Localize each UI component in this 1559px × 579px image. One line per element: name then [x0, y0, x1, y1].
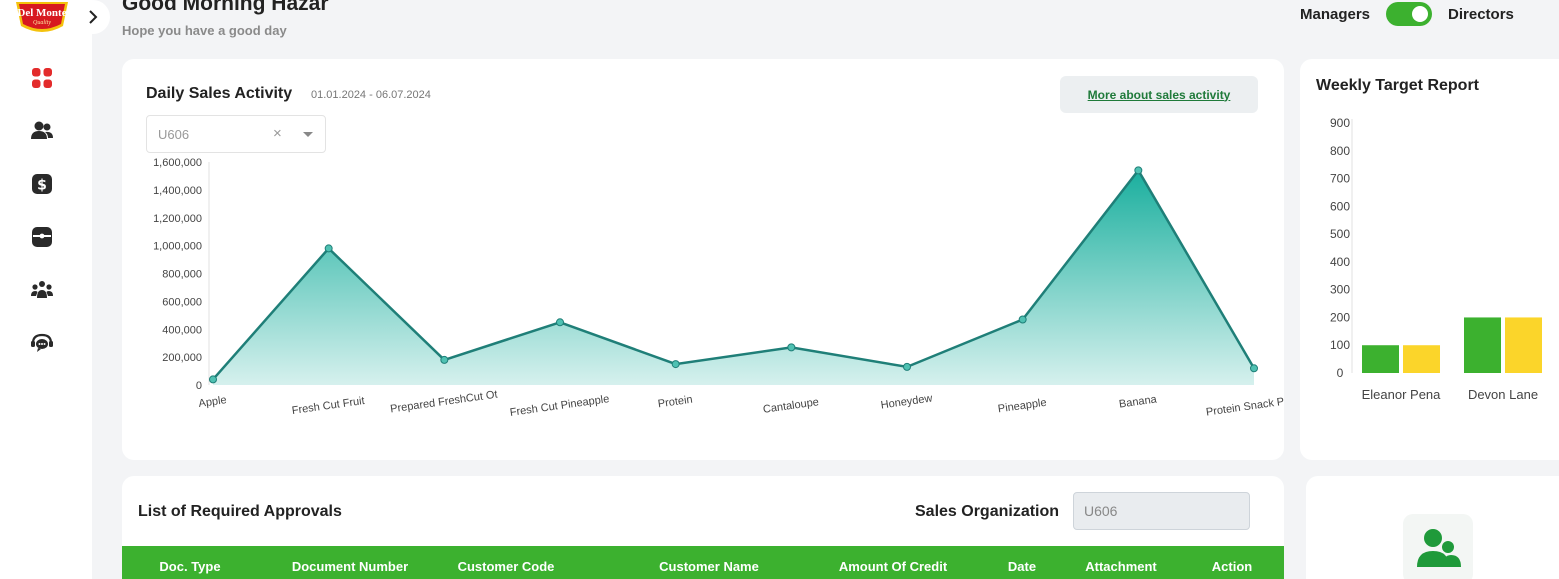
sales-org-select[interactable]: U606 × — [146, 115, 326, 153]
y-tick-label: 1,000,000 — [153, 241, 202, 253]
col-document-number[interactable]: Document Number — [292, 559, 408, 574]
clear-icon[interactable]: × — [273, 125, 282, 142]
y-tick-label: 0 — [196, 380, 202, 392]
sales-org-label: Sales Organization — [915, 503, 1060, 520]
col-attachment[interactable]: Attachment — [1085, 559, 1157, 574]
del-monte-logo[interactable]: Del Monte Quality — [13, 0, 71, 34]
approvals-table-header: Doc. Type Document Number Customer Code … — [122, 546, 1284, 579]
col-action[interactable]: Action — [1212, 559, 1252, 574]
x-tick-label: Cantaloupe — [762, 396, 819, 416]
greeting-title: Good Morning Hazar — [122, 0, 329, 15]
sales-point[interactable] — [1018, 315, 1027, 324]
toggle-label-directors[interactable]: Directors — [1448, 6, 1514, 23]
y-tick-label: 800,000 — [162, 269, 202, 281]
sales-point[interactable] — [324, 244, 333, 253]
y-tick-label: 0 — [1337, 366, 1344, 380]
y-tick-label: 600,000 — [162, 296, 202, 308]
target-bar[interactable] — [1403, 345, 1440, 373]
nav-support[interactable] — [28, 329, 56, 357]
sales-point[interactable] — [903, 362, 911, 371]
sales-point[interactable] — [440, 355, 449, 364]
sales-activity-card: 0 200,000 400,000 600,000 800,000 1,000,000 1,… — [122, 59, 1284, 460]
nav-inbox[interactable] — [28, 223, 56, 251]
users-icon — [31, 121, 53, 139]
users-summary-card — [1306, 476, 1559, 579]
x-tick-label: Honeydew — [880, 392, 933, 411]
y-tick-label: 900 — [1330, 116, 1350, 130]
sales-point[interactable] — [1250, 364, 1258, 373]
y-tick-label: 500 — [1330, 227, 1350, 241]
col-doc-type[interactable]: Doc. Type — [159, 559, 220, 574]
more-sales-activity-link[interactable]: More about sales activity — [1060, 76, 1258, 113]
col-customer-code[interactable]: Customer Code — [458, 559, 555, 574]
x-tick-label: Apple — [198, 394, 228, 410]
approvals-title: List of Required Approvals — [138, 503, 342, 520]
toggle-label-managers[interactable]: Managers — [1300, 6, 1370, 23]
nav-finance[interactable]: $ — [28, 170, 56, 198]
sales-area-fill — [213, 170, 1254, 385]
nav-users[interactable] — [28, 117, 56, 145]
sales-org-select-value: U606 — [158, 127, 190, 142]
y-tick-label: 400,000 — [162, 324, 202, 336]
dollar-icon: $ — [32, 174, 52, 194]
col-date[interactable]: Date — [1008, 559, 1036, 574]
nav-team[interactable] — [28, 276, 56, 304]
sales-date-range: 01.01.2024 - 06.07.2024 — [311, 89, 431, 101]
chevron-down-icon[interactable] — [303, 132, 313, 137]
x-tick-label: Protein — [657, 394, 693, 411]
x-tick-label: Pineapple — [997, 397, 1047, 416]
x-tick-label: Prepared FreshCut Ot — [389, 389, 498, 416]
sales-point[interactable] — [1134, 166, 1143, 175]
sales-org-input[interactable] — [1073, 492, 1250, 530]
sales-point[interactable] — [671, 360, 680, 369]
y-tick-label: 1,600,000 — [153, 157, 202, 169]
switch-knob — [1412, 6, 1429, 22]
y-tick-label: 600 — [1330, 199, 1350, 213]
users-icon-box — [1403, 514, 1473, 579]
target-bar[interactable] — [1362, 345, 1399, 373]
x-tick-label: Eleanor Pena — [1362, 387, 1442, 402]
y-tick-label: 1,200,000 — [153, 213, 202, 225]
approvals-card: List of Required Approvals Sales Organiz… — [122, 476, 1284, 579]
sidebar-expand-button[interactable] — [76, 0, 110, 34]
x-tick-label: Devon Lane — [1468, 387, 1538, 402]
users-group-icon — [1417, 529, 1461, 567]
svg-text:$: $ — [37, 178, 47, 194]
y-tick-label: 300 — [1330, 283, 1350, 297]
x-tick-label: Fresh Cut Fruit — [291, 395, 365, 417]
y-tick-label: 200,000 — [162, 352, 202, 364]
x-tick-label: Fresh Cut Pineapple — [509, 393, 610, 419]
y-tick-label: 400 — [1330, 255, 1350, 269]
role-toggle: Managers Directors — [1300, 2, 1514, 26]
weekly-target-title: Weekly Target Report — [1316, 77, 1480, 94]
col-customer-name[interactable]: Customer Name — [659, 559, 759, 574]
y-tick-label: 800 — [1330, 144, 1350, 158]
y-tick-label: 700 — [1330, 172, 1350, 186]
support-chat-icon — [31, 333, 53, 352]
target-bar[interactable] — [1464, 317, 1501, 373]
svg-text:Del Monte: Del Monte — [17, 7, 66, 19]
svg-text:Quality: Quality — [33, 20, 51, 26]
inbox-icon — [32, 227, 52, 247]
col-amount-of-credit[interactable]: Amount Of Credit — [839, 559, 947, 574]
chevron-right-icon — [89, 10, 98, 24]
role-switch[interactable] — [1386, 2, 1433, 26]
y-tick-label: 200 — [1330, 310, 1350, 324]
nav-dashboard[interactable] — [28, 64, 56, 92]
x-tick-label: Banana — [1118, 393, 1158, 410]
greeting-subtitle: Hope you have a good day — [122, 23, 287, 38]
y-tick-label: 1,400,000 — [153, 185, 202, 197]
team-icon — [31, 281, 53, 298]
target-bar[interactable] — [1505, 317, 1542, 373]
sales-point[interactable] — [787, 343, 796, 352]
y-tick-label: 100 — [1330, 338, 1350, 352]
weekly-target-card: 0 100 200 300 400 500 600 700 800 900 Eleanor Pena… — [1300, 59, 1559, 460]
sales-point[interactable] — [209, 375, 217, 384]
dashboard-grid-icon — [32, 68, 52, 88]
x-tick-label: Protein Snack Pack — [1205, 393, 1284, 418]
sidebar: Del Monte Quality $ — [0, 0, 110, 579]
sales-activity-title: Daily Sales Activity — [146, 85, 293, 102]
sales-point[interactable] — [556, 318, 564, 327]
weekly-bar-chart: 0 100 200 300 400 500 600 700 800 900 Eleanor Pena… — [1330, 116, 1542, 402]
